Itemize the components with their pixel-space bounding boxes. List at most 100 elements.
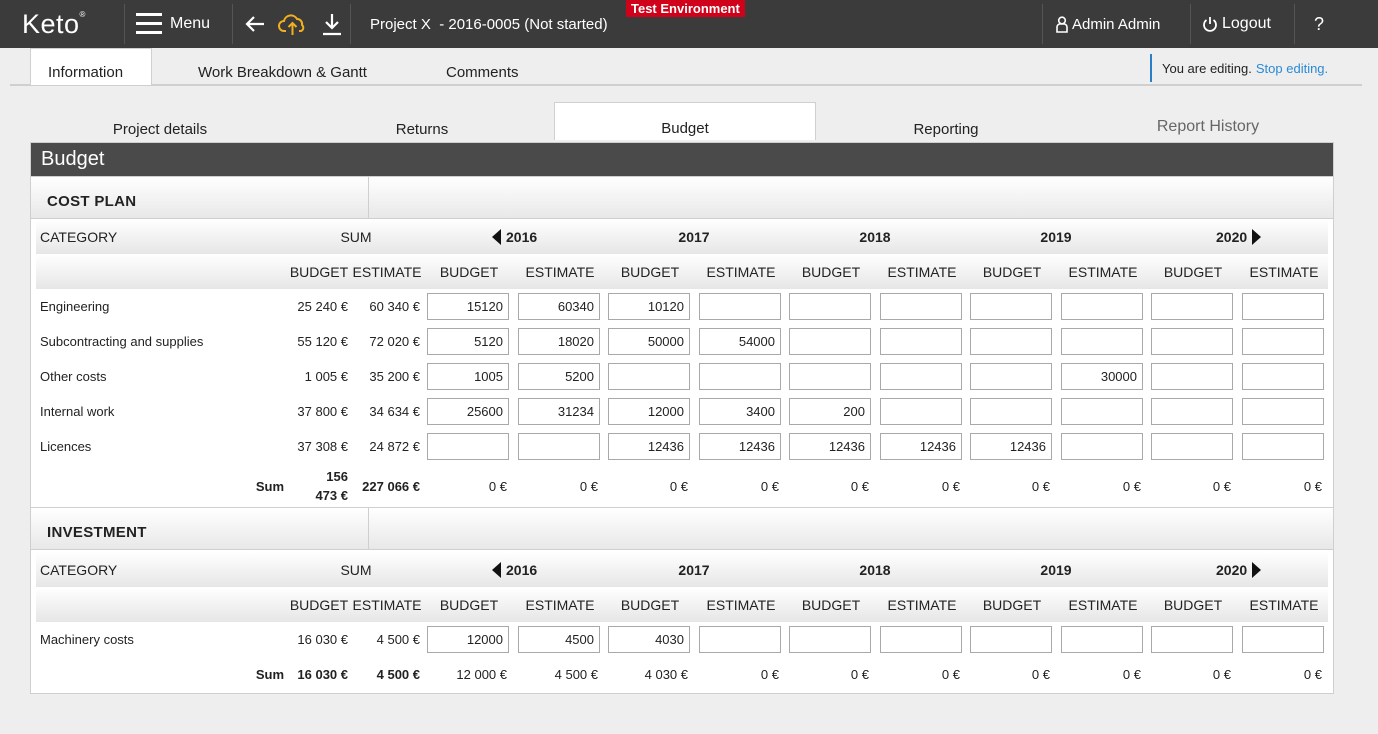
- estimate-input-2020[interactable]: [1242, 363, 1324, 390]
- budget-input-2019[interactable]: [970, 293, 1052, 320]
- year-2016-header: 2016: [492, 219, 537, 254]
- column-sum-estimate-2016: 4 500 €: [554, 667, 598, 682]
- subtab-budget[interactable]: Budget: [554, 102, 816, 140]
- budget-input-2020[interactable]: [1151, 398, 1233, 425]
- download-icon[interactable]: [320, 12, 344, 36]
- budget-input-2018[interactable]: [789, 363, 871, 390]
- estimate-input-2018[interactable]: 12436: [880, 433, 962, 460]
- subtab-report-history[interactable]: Report History: [1078, 100, 1338, 142]
- tab-information[interactable]: Information: [30, 48, 152, 85]
- budget-input-2016[interactable]: 1005: [427, 363, 509, 390]
- subtab-project-details[interactable]: Project details: [30, 100, 290, 142]
- back-arrow-icon[interactable]: [244, 14, 266, 34]
- column-sum-estimate-2017: 0 €: [760, 667, 779, 682]
- budget-input-2019[interactable]: [970, 398, 1052, 425]
- stop-editing-link[interactable]: Stop editing.: [1256, 61, 1328, 76]
- column-sum-estimate-2020: 0 €: [1303, 667, 1322, 682]
- table-row: Internal work 37 800 € 34 634 € 25600 31234 1…: [36, 394, 1328, 429]
- budget-input-2017[interactable]: 12436: [608, 433, 690, 460]
- budget-input-2018[interactable]: 12436: [789, 433, 871, 460]
- estimate-input-2018[interactable]: [880, 328, 962, 355]
- subtab-returns[interactable]: Returns: [292, 100, 552, 142]
- budget-input-2016[interactable]: 12000: [427, 626, 509, 653]
- previous-year-arrow-icon[interactable]: [492, 561, 501, 578]
- estimate-input-2018[interactable]: [880, 293, 962, 320]
- row-sum-estimate: 35 200 €: [369, 369, 420, 384]
- estimate-input-2017[interactable]: [699, 626, 781, 653]
- row-sum-budget: 16 030 €: [297, 632, 348, 647]
- estimate-input-2016[interactable]: 5200: [518, 363, 600, 390]
- estimate-input-2019[interactable]: [1061, 433, 1143, 460]
- budget-input-2020[interactable]: [1151, 328, 1233, 355]
- estimate-input-2020[interactable]: [1242, 328, 1324, 355]
- next-year-arrow-icon[interactable]: [1252, 561, 1262, 578]
- budget-input-2019[interactable]: 12436: [970, 433, 1052, 460]
- column-sum-estimate-2018: 0 €: [941, 478, 960, 494]
- budget-input-2016[interactable]: 15120: [427, 293, 509, 320]
- menu-button[interactable]: Menu: [136, 0, 210, 48]
- row-sum-budget: 25 240 €: [297, 299, 348, 314]
- budget-input-2017[interactable]: 50000: [608, 328, 690, 355]
- estimate-input-2020[interactable]: [1242, 398, 1324, 425]
- estimate-input-2019[interactable]: 30000: [1061, 363, 1143, 390]
- budget-input-2020[interactable]: [1151, 363, 1233, 390]
- subtab-reporting[interactable]: Reporting: [816, 100, 1076, 142]
- budget-input-2020[interactable]: [1151, 433, 1233, 460]
- budget-input-2017[interactable]: [608, 363, 690, 390]
- budget-input-2020[interactable]: [1151, 626, 1233, 653]
- budget-input-2018[interactable]: [789, 626, 871, 653]
- budget-input-2017[interactable]: 10120: [608, 293, 690, 320]
- budget-input-2017[interactable]: 4030: [608, 626, 690, 653]
- estimate-input-2016[interactable]: 4500: [518, 626, 600, 653]
- keto-logo[interactable]: Keto ®: [22, 0, 86, 48]
- budget-input-2019[interactable]: [970, 363, 1052, 390]
- estimate-input-2017[interactable]: 12436: [699, 433, 781, 460]
- budget-input-2018[interactable]: [789, 328, 871, 355]
- budget-input-2018[interactable]: [789, 293, 871, 320]
- cost-plan-sum-row: Sum 156 473 € 227 066 € 0 € 0 € 0 € 0 € 0 € 0…: [36, 464, 1328, 508]
- budget-input-2016[interactable]: 5120: [427, 328, 509, 355]
- budget-input-2020[interactable]: [1151, 293, 1233, 320]
- estimate-input-2020[interactable]: [1242, 626, 1324, 653]
- column-sum-estimate-2016: 0 €: [579, 478, 598, 494]
- estimate-input-2016[interactable]: 18020: [518, 328, 600, 355]
- year-2016: 2016: [506, 561, 538, 578]
- estimate-input-2020[interactable]: [1242, 293, 1324, 320]
- estimate-input-2017[interactable]: 3400: [699, 398, 781, 425]
- estimate-input-2016[interactable]: 60340: [518, 293, 600, 320]
- row-sum-budget: 37 800 €: [297, 404, 348, 419]
- estimate-input-2019[interactable]: [1061, 626, 1143, 653]
- tab-comments[interactable]: Comments: [446, 48, 519, 85]
- estimate-input-2017[interactable]: 54000: [699, 328, 781, 355]
- estimate-input-2018[interactable]: [880, 398, 962, 425]
- estimate-input-2016[interactable]: 31234: [518, 398, 600, 425]
- estimate-input-2018[interactable]: [880, 363, 962, 390]
- budget-input-2019[interactable]: [970, 626, 1052, 653]
- logout-button[interactable]: Logout: [1202, 0, 1271, 48]
- user-button[interactable]: Admin Admin: [1056, 0, 1160, 48]
- estimate-input-2017[interactable]: [699, 363, 781, 390]
- power-icon: [1203, 16, 1217, 32]
- next-year-arrow-icon[interactable]: [1252, 228, 1262, 245]
- budget-input-2019[interactable]: [970, 328, 1052, 355]
- row-category-label: Internal work: [40, 404, 115, 419]
- cloud-upload-icon[interactable]: [278, 12, 308, 36]
- year-2020: 2020: [1216, 228, 1248, 245]
- estimate-input-2018[interactable]: [880, 626, 962, 653]
- budget-input-2016[interactable]: 25600: [427, 398, 509, 425]
- estimate-input-2017[interactable]: [699, 293, 781, 320]
- estimate-input-2019[interactable]: [1061, 398, 1143, 425]
- estimate-input-2020[interactable]: [1242, 433, 1324, 460]
- row-category-label: Other costs: [40, 369, 107, 384]
- previous-year-arrow-icon[interactable]: [492, 228, 501, 245]
- estimate-input-2016[interactable]: [518, 433, 600, 460]
- tab-work-breakdown-gantt[interactable]: Work Breakdown & Gantt: [198, 48, 367, 85]
- table-row: Subcontracting and supplies 55 120 € 72 02…: [36, 324, 1328, 359]
- budget-input-2018[interactable]: 200: [789, 398, 871, 425]
- estimate-input-2019[interactable]: [1061, 328, 1143, 355]
- budget-input-2016[interactable]: [427, 433, 509, 460]
- budget-header-2018: BUDGET: [801, 596, 861, 613]
- budget-input-2017[interactable]: 12000: [608, 398, 690, 425]
- estimate-input-2019[interactable]: [1061, 293, 1143, 320]
- help-button[interactable]: ?: [1314, 0, 1324, 48]
